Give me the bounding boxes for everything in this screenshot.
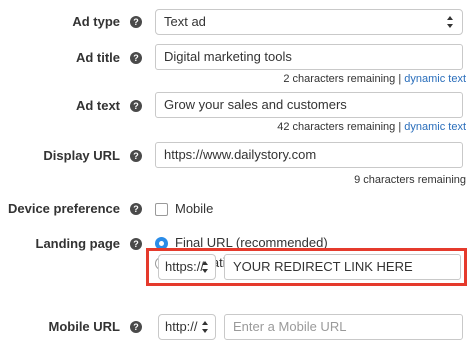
ad-type-label: Ad type — [72, 14, 120, 29]
ad-title-label: Ad title — [75, 50, 120, 65]
ad-type-selected-value: Text ad — [164, 14, 206, 29]
ad-title-input[interactable]: Digital marketing tools — [155, 44, 463, 70]
mobile-url-input[interactable]: Enter a Mobile URL — [224, 314, 463, 340]
select-arrows-icon — [201, 319, 209, 335]
ad-text-hint: 42 characters remaining | dynamic text — [277, 120, 466, 134]
mobile-checkbox-label[interactable]: Mobile — [175, 201, 213, 217]
landing-url-input[interactable]: YOUR REDIRECT LINK HERE — [224, 254, 461, 280]
mobile-checkbox[interactable] — [155, 203, 168, 216]
display-url-help-icon[interactable]: ? — [130, 150, 142, 162]
ad-title-hint: 2 characters remaining | dynamic text — [283, 72, 466, 86]
ad-title-remaining: 2 characters remaining — [283, 73, 396, 85]
mobile-url-help-icon[interactable]: ? — [130, 321, 142, 333]
ad-text-help-icon[interactable]: ? — [130, 100, 142, 112]
ad-text-label: Ad text — [75, 98, 120, 113]
display-url-remaining: 9 characters remaining — [354, 174, 466, 186]
select-arrows-icon — [201, 259, 209, 275]
mobile-protocol-value: http:// — [165, 319, 198, 334]
ad-title-help-icon[interactable]: ? — [130, 52, 142, 64]
device-preference-label: Device preference — [7, 201, 120, 216]
ad-title-dynamic-text-link[interactable]: dynamic text — [404, 73, 466, 85]
ad-text-dynamic-text-link[interactable]: dynamic text — [404, 121, 466, 133]
separator: | — [398, 73, 402, 85]
select-arrows-icon — [446, 14, 454, 30]
landing-page-help-icon[interactable]: ? — [130, 238, 142, 250]
mobile-url-label: Mobile URL — [48, 319, 121, 334]
display-url-label: Display URL — [43, 148, 120, 163]
ad-text-input[interactable]: Grow your sales and customers — [155, 92, 463, 118]
separator: | — [398, 121, 402, 133]
ad-type-select[interactable]: Text ad — [155, 9, 463, 35]
landing-page-label: Landing page — [35, 236, 121, 251]
landing-protocol-value: https:// — [165, 259, 205, 274]
mobile-url-placeholder: Enter a Mobile URL — [233, 319, 347, 334]
ad-text-remaining: 42 characters remaining — [277, 121, 396, 133]
landing-protocol-select[interactable]: https:// — [158, 254, 216, 280]
device-preference-help-icon[interactable]: ? — [130, 203, 142, 215]
display-url-input[interactable]: https://www.dailystory.com — [155, 142, 463, 168]
ad-type-help-icon[interactable]: ? — [130, 16, 142, 28]
mobile-protocol-select[interactable]: http:// — [158, 314, 216, 340]
